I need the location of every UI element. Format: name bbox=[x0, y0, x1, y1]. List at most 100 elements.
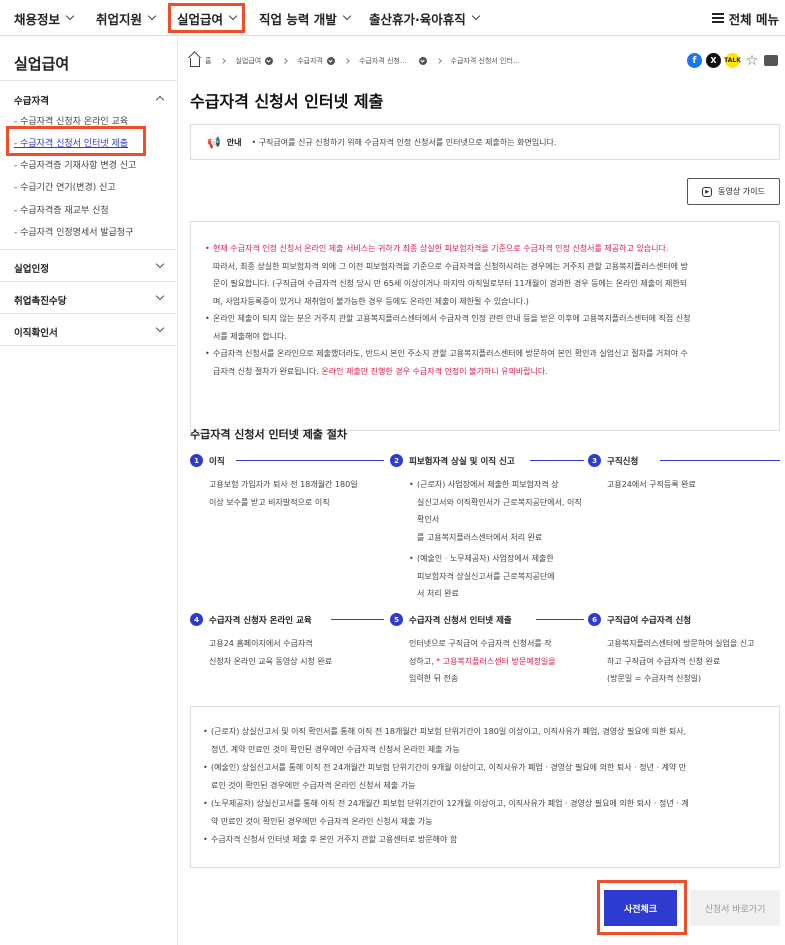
step-line bbox=[536, 619, 584, 620]
goto-application-button[interactable]: 신청서 바로가기 bbox=[690, 890, 780, 926]
star-icon[interactable]: ☆ bbox=[744, 53, 760, 69]
chevron-right-icon bbox=[282, 58, 289, 64]
step-body: 고용24에서 구직등록 완료 bbox=[607, 476, 696, 494]
condition-item: (노무제공자) 상실신고서를 통해 이직 전 24개월간 피보험 단위기간이 1… bbox=[203, 795, 767, 831]
step-text: 성하고, * 고용복지플러스센터 방문예정일을 bbox=[409, 653, 556, 671]
sidebar-category-eligibility[interactable]: 수급자격 bbox=[14, 93, 49, 107]
step-text-part: 성하고, bbox=[409, 656, 437, 666]
info-text: 온라인 제출이 되지 않는 분은 거주지 관할 고용복지플러스센터에서 수급자격… bbox=[205, 310, 765, 328]
hamburger-icon bbox=[711, 13, 724, 23]
facebook-icon[interactable]: f bbox=[687, 53, 702, 68]
procedure-title: 수급자격 신청서 인터넷 제출 절차 bbox=[190, 428, 347, 441]
chevron-down-icon bbox=[147, 11, 157, 21]
step-title: 수급자격 신청서 인터넷 제출 bbox=[409, 615, 512, 626]
condition-text: (노무제공자) 상실신고서를 통해 이직 전 24개월간 피보험 단위기간이 1… bbox=[211, 799, 689, 808]
chevron-down-icon bbox=[342, 11, 351, 21]
kakao-icon[interactable]: TALK bbox=[724, 53, 741, 68]
sidebar-item-change-report[interactable]: - 수급자격증 기재사항 변경 신고 bbox=[14, 158, 136, 171]
info-text: 며, 사업자등록증이 있거나 재취업이 불가능한 경우 등에도 온라인 제출이 … bbox=[213, 296, 529, 306]
info-text: 수급자격 신청서를 온라인으로 제출했더라도, 반드시 본인 주소지 관할 고용… bbox=[205, 345, 765, 363]
nav-item-label: 출산휴가·육아휴직 bbox=[369, 11, 466, 27]
step-body: 인터넷으로 구직급여 수급자격 신청서를 작 성하고, * 고용복지플러스센터 … bbox=[409, 635, 556, 688]
step-line bbox=[236, 460, 384, 461]
divider bbox=[0, 313, 177, 314]
x-icon[interactable]: X bbox=[706, 53, 721, 68]
breadcrumb: 홈 실업급여 수급자격 수급자격 신청... 수급자격 신청서 인터... bbox=[190, 51, 520, 71]
video-guide-button[interactable]: ▶ 동영상 가이드 bbox=[687, 178, 780, 205]
step-number: 3 bbox=[588, 454, 601, 467]
chevron-down-icon bbox=[228, 11, 238, 21]
step-title: 구직급여 수급자격 신청 bbox=[607, 615, 692, 626]
breadcrumb-item-home[interactable]: 홈 bbox=[205, 56, 211, 66]
chevron-down-icon bbox=[471, 11, 480, 21]
print-icon[interactable] bbox=[764, 55, 778, 66]
step-body: 고용24 홈페이지에서 수급자격 신청자 온라인 교육 동영상 시청 완료 bbox=[209, 635, 332, 670]
step-text: 하고 구직급여 수급자격 신청 완료 bbox=[607, 656, 721, 666]
info-box: 현재 수급자격 인정 신청서 온라인 제출 서비스는 귀하가 최종 상실한 피보… bbox=[190, 221, 780, 431]
info-warning: 현재 수급자격 인정 신청서 온라인 제출 서비스는 귀하가 최종 상실한 피보… bbox=[205, 240, 765, 258]
chevron-down-icon[interactable] bbox=[326, 57, 335, 65]
condition-item: (예술인) 상실신고서를 통해 이직 전 24개월간 피보험 단위기간이 9개월… bbox=[203, 759, 767, 795]
chevron-down-icon bbox=[65, 11, 75, 21]
step-text: 피보험자격 상실신고서를 근로복지공단에 bbox=[417, 571, 555, 581]
sidebar-category-separation-certificate[interactable]: 이직확인서 bbox=[14, 325, 58, 339]
step-warning: * 고용복지플러스센터 방문예정일을 bbox=[436, 656, 556, 666]
all-menu-button[interactable]: 전체 메뉴 bbox=[711, 0, 779, 36]
step-text: (방문일 = 수급자격 신청일) bbox=[607, 674, 702, 683]
step-text: 실신고서와 이직확인서가 근로복지공단에서, 이직확인서 bbox=[417, 497, 582, 525]
step-text: 를 고용복지플러스센터에서 처리 완료 bbox=[417, 532, 543, 542]
condition-text: 정년, 계약 만료인 것이 확인된 경우에만 수급자격 신청서 온라인 제출 가… bbox=[211, 745, 460, 754]
info-text: 따라서, 최종 상실한 피보험자격 외에 그 이전 피보험자격을 기준으로 수급… bbox=[213, 261, 688, 271]
step-text: (근로자) 사업장에서 제출한 피보험자격 상 bbox=[417, 480, 559, 489]
nav-item-label: 취업지원 bbox=[96, 11, 143, 27]
step-number: 1 bbox=[190, 454, 203, 467]
step-text: 입력한 뒤 전송 bbox=[409, 674, 459, 683]
sidebar-item-reissue[interactable]: - 수급자격증 재교부 신청 bbox=[14, 203, 109, 216]
home-icon[interactable] bbox=[190, 58, 200, 67]
chevron-up-icon[interactable] bbox=[155, 95, 165, 105]
notice-box: 📢 안내 • 구직급여를 신규 신청하기 위해 수급자격 인정 신청서를 인터넷… bbox=[190, 124, 780, 160]
nav-item-parental-leave[interactable]: 출산휴가·육아휴직 bbox=[369, 0, 480, 36]
sidebar-item-statement-request[interactable]: - 수급자격 인정명세서 발급청구 bbox=[14, 225, 133, 238]
chevron-down-icon[interactable] bbox=[155, 259, 165, 269]
sidebar: 실업급여 수급자격 - 수급자격 신청자 온라인 교육 - 수급자격 신청서 인… bbox=[0, 36, 178, 945]
divider bbox=[0, 80, 177, 81]
nav-item-unemployment-benefit[interactable]: 실업급여 bbox=[168, 3, 246, 33]
step-text: 고용보험 가입자가 퇴사 전 18개월간 180일 bbox=[209, 480, 358, 489]
sidebar-item-label: 수급기간 연기(변경) 신고 bbox=[20, 183, 116, 193]
precheck-button[interactable]: 사전체크 bbox=[604, 890, 677, 926]
nav-item-vocational-training[interactable]: 직업 능력 개발 bbox=[259, 0, 351, 36]
nav-item-employment-support[interactable]: 취업지원 bbox=[96, 0, 157, 36]
step-title: 구직신청 bbox=[607, 456, 639, 467]
chevron-down-icon[interactable] bbox=[155, 323, 165, 333]
condition-text: 수급자격 신청서 인터넷 제출 후 본인 거주지 관할 고용센터로 방문해야 함 bbox=[211, 835, 458, 844]
sidebar-title: 실업급여 bbox=[14, 55, 70, 73]
info-text: 급자격 신청 절차가 완료됩니다. 온라인 제출만 진행한 경우 수급자격 인정… bbox=[205, 363, 765, 381]
sidebar-item-label: 수급자격증 기재사항 변경 신고 bbox=[20, 161, 137, 171]
chevron-down-icon[interactable] bbox=[265, 57, 274, 65]
chevron-down-icon[interactable] bbox=[418, 57, 427, 65]
step-text: 이상 보수를 받고 비자발적으로 이직 bbox=[209, 497, 330, 507]
step-line bbox=[530, 460, 584, 461]
breadcrumb-item[interactable]: 수급자격 신청... bbox=[359, 56, 407, 66]
breadcrumb-item[interactable]: 실업급여 bbox=[235, 56, 261, 66]
step-number: 6 bbox=[588, 613, 601, 626]
info-text: 서를 제출해야 합니다. bbox=[213, 331, 287, 341]
chevron-down-icon[interactable] bbox=[155, 291, 165, 301]
step-text: 신청자 온라인 교육 동영상 시청 완료 bbox=[209, 656, 333, 666]
step-title: 피보험자격 상실 및 이직 신고 bbox=[409, 456, 515, 467]
info-text: 문이 필요합니다. (구직급여 수급자격 신청 당시 만 65세 이상이거나 마… bbox=[213, 279, 688, 288]
divider bbox=[0, 249, 177, 250]
divider bbox=[0, 281, 177, 282]
step-body: 고용복지플러스센터에 방문하여 실업을 신고 하고 구직급여 수급자격 신청 완… bbox=[607, 635, 754, 688]
chevron-right-icon bbox=[344, 58, 350, 64]
share-toolbar: f X TALK ☆ bbox=[687, 53, 778, 69]
step-line bbox=[660, 460, 780, 461]
nav-item-jobs[interactable]: 채용정보 bbox=[14, 0, 75, 36]
sidebar-item-period-extension[interactable]: - 수급기간 연기(변경) 신고 bbox=[14, 180, 116, 193]
breadcrumb-item[interactable]: 수급자격 bbox=[297, 56, 323, 66]
sidebar-category-unemployment-recognition[interactable]: 실업인정 bbox=[14, 261, 49, 275]
sidebar-category-promotion-allowance[interactable]: 취업촉진수당 bbox=[14, 293, 66, 307]
step-text: 고용24 홈페이지에서 수급자격 bbox=[209, 639, 313, 648]
chevron-right-icon bbox=[435, 58, 442, 64]
